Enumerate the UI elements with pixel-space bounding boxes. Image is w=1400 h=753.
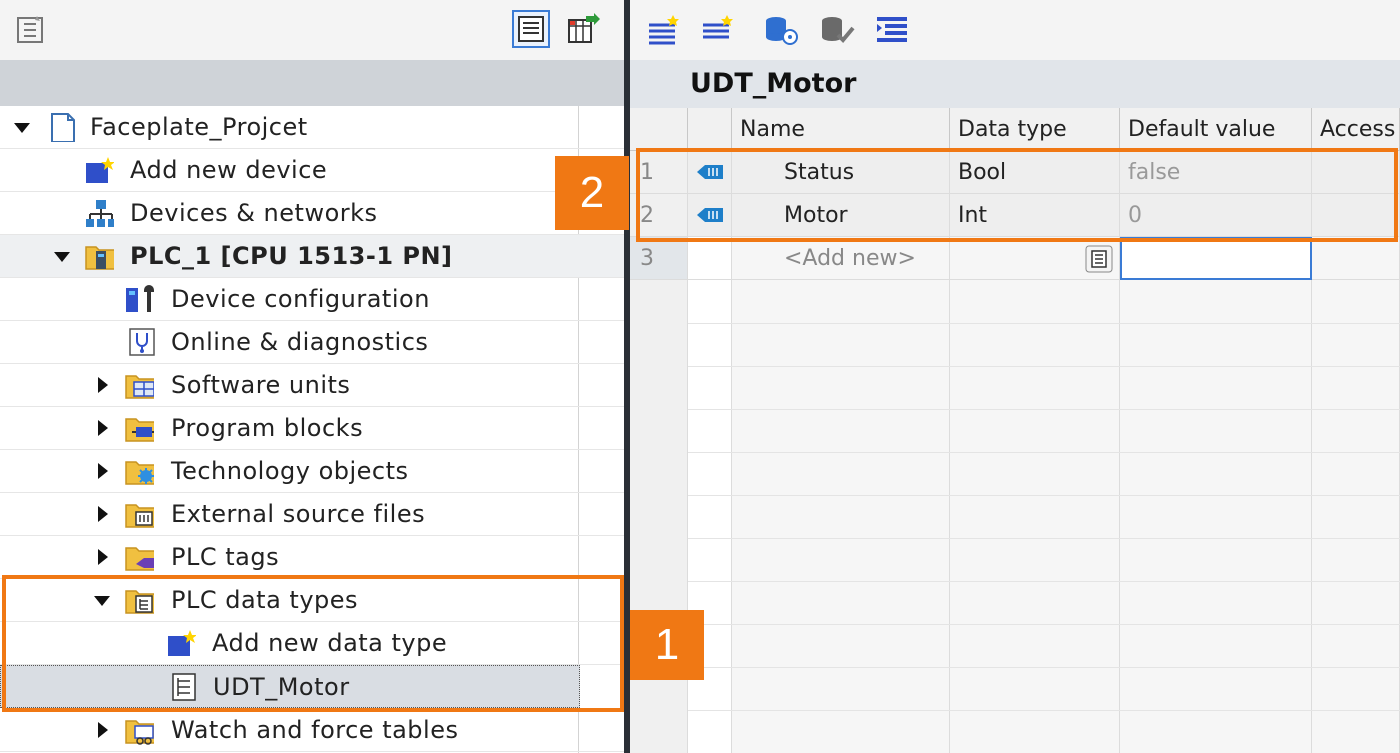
program-blocks-folder-icon: [125, 418, 154, 442]
editor-title: UDT_Motor: [690, 68, 857, 99]
tree-item-watch-force-tables[interactable]: Watch and force tables: [0, 709, 624, 752]
tree-item-label: Device configuration: [171, 285, 430, 313]
project-tree-toolbar: [0, 0, 624, 60]
tree-item-label: Devices & networks: [130, 199, 378, 227]
highlight-box-1: [2, 575, 624, 712]
watch-tables-folder-icon: [125, 720, 154, 745]
tree-item-label: PLC_1 [CPU 1513-1 PN]: [130, 242, 453, 270]
row-number[interactable]: 3: [630, 237, 688, 280]
tree-item-online-diagnostics[interactable]: Online & diagnostics: [0, 321, 624, 364]
collapse-arrow-icon[interactable]: [54, 252, 70, 262]
tree-item-software-units[interactable]: Software units: [0, 364, 624, 407]
column-header-data-type[interactable]: Data type: [950, 108, 1120, 151]
expand-arrow-icon[interactable]: [98, 506, 108, 522]
callout-1: 1: [630, 610, 704, 680]
expand-all-button[interactable]: [874, 11, 912, 49]
insert-row-icon: [649, 15, 679, 45]
tree-item-plc-tags[interactable]: PLC tags: [0, 536, 624, 579]
editor-toolbar: [630, 0, 1400, 60]
tree-item-label: Add new device: [130, 156, 328, 184]
access-cell[interactable]: [1312, 237, 1400, 280]
row-number-header: [630, 108, 688, 151]
expand-all-icon: [877, 17, 907, 42]
table-export-icon: [568, 13, 600, 43]
device-config-icon: [126, 285, 154, 312]
project-tree-pane: Faceplate_Projcet Add new device Devices…: [0, 0, 624, 753]
expand-arrow-icon[interactable]: [98, 722, 108, 738]
tree-item-label: Faceplate_Projcet: [90, 113, 308, 141]
database-settings-icon: [766, 17, 798, 45]
tree-item-program-blocks[interactable]: Program blocks: [0, 407, 624, 450]
collapse-tree-button[interactable]: [12, 11, 50, 49]
column-header-default-value[interactable]: Default value: [1120, 108, 1312, 151]
expand-arrow-icon[interactable]: [98, 420, 108, 436]
tree-item-label: Watch and force tables: [171, 716, 459, 744]
technology-objects-folder-icon: [125, 461, 154, 485]
tree-item-label: PLC tags: [171, 543, 280, 571]
type-picker-icon[interactable]: [1085, 245, 1113, 273]
column-header-access[interactable]: Access: [1312, 108, 1400, 151]
software-units-folder-icon: [125, 375, 154, 399]
data-type-cell[interactable]: [950, 237, 1120, 280]
tree-item-plc[interactable]: PLC_1 [CPU 1513-1 PN]: [0, 235, 624, 278]
add-row-button[interactable]: [700, 11, 738, 49]
insert-row-button[interactable]: [646, 11, 684, 49]
network-icon: [86, 200, 114, 227]
tree-item-label: Software units: [171, 371, 351, 399]
expand-arrow-icon[interactable]: [98, 377, 108, 393]
tree-item-technology-objects[interactable]: Technology objects: [0, 450, 624, 493]
add-row-icon: [703, 15, 733, 39]
collapse-arrow-icon[interactable]: [14, 123, 30, 133]
tree-item-devices-networks[interactable]: Devices & networks: [0, 192, 624, 235]
tree-item-external-source-files[interactable]: External source files: [0, 493, 624, 536]
tree-options-icon: [17, 16, 43, 43]
default-value-cell-focused[interactable]: [1120, 237, 1312, 280]
overview-button[interactable]: [512, 10, 550, 48]
tree-item-label: External source files: [171, 500, 426, 528]
diagnostics-icon: [129, 328, 155, 356]
icon-header: [688, 108, 732, 151]
expand-arrow-icon[interactable]: [98, 463, 108, 479]
plc-tags-folder-icon: [125, 547, 154, 571]
export-button[interactable]: [564, 10, 602, 48]
callout-2: 2: [555, 156, 629, 230]
list-view-icon: [518, 16, 544, 42]
snapshot-button[interactable]: [764, 11, 802, 49]
data-type-editor-pane: UDT_Motor Name Data type Default value A…: [630, 0, 1400, 753]
tree-item-project[interactable]: Faceplate_Projcet: [0, 106, 624, 149]
column-header-name[interactable]: Name: [732, 108, 950, 151]
member-icon-cell: [688, 237, 732, 280]
plc-folder-icon: [85, 246, 114, 270]
project-icon: [51, 113, 75, 142]
expand-arrow-icon[interactable]: [98, 549, 108, 565]
project-tree-header-bar: [0, 60, 624, 106]
tree-item-label: Online & diagnostics: [171, 328, 429, 356]
tree-item-label: Program blocks: [171, 414, 364, 442]
tree-item-device-configuration[interactable]: Device configuration: [0, 278, 624, 321]
database-check-icon: [822, 17, 855, 43]
highlight-box-2: [636, 148, 1398, 242]
add-new-cell[interactable]: <Add new>: [732, 237, 950, 280]
tree-item-label: Technology objects: [171, 457, 409, 485]
copy-snapshot-button[interactable]: [820, 11, 858, 49]
add-new-device-icon: [86, 157, 114, 183]
external-source-folder-icon: [125, 504, 154, 528]
tree-item-add-new-device[interactable]: Add new device: [0, 149, 624, 192]
